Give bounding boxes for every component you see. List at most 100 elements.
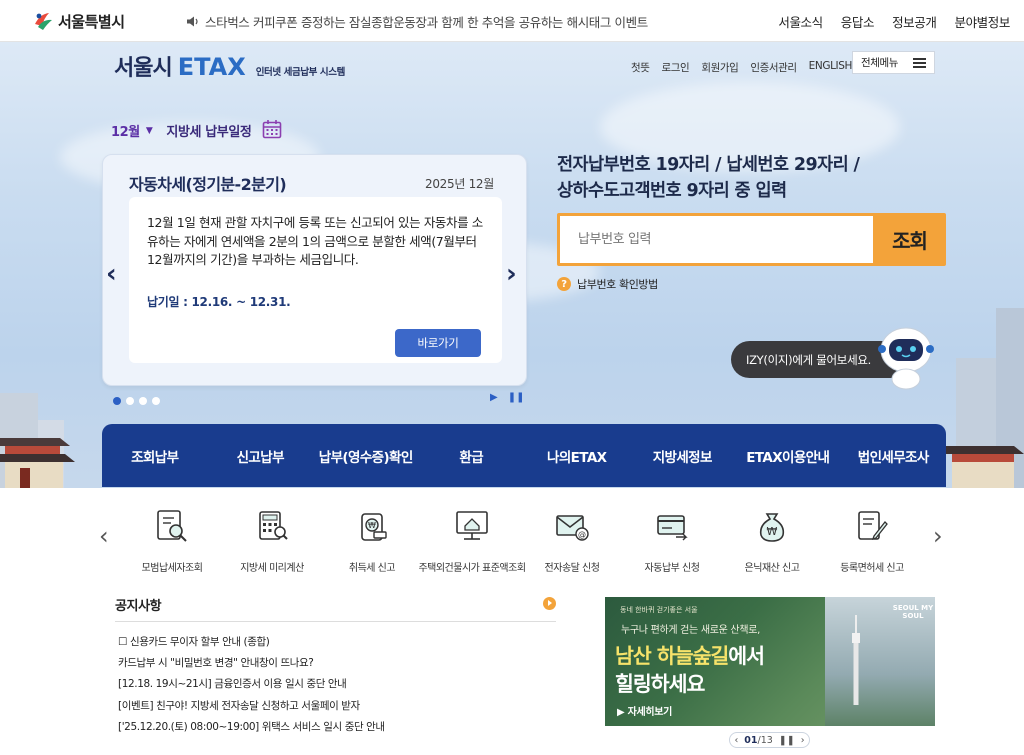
notice-item[interactable]: [이벤트] 친구야! 지방세 전자송달 신청하고 서울페이 받자: [118, 696, 558, 717]
pause-icon[interactable]: ❚❚: [508, 392, 525, 403]
gov-link-disclosure[interactable]: 정보공개: [892, 12, 937, 31]
palace-right-illustration: [944, 446, 1024, 488]
chatbot-label: IZY(이지)에게 물어보세요.: [746, 352, 871, 367]
dot-1[interactable]: [113, 397, 121, 405]
quick-label: 취득세 신고: [348, 563, 396, 574]
gov-notice[interactable]: 스타벅스 커피쿠폰 증정하는 잠실종합운동장과 함께 한 추억을 공유하는 해시…: [186, 12, 648, 31]
certificate-search-icon: [157, 510, 187, 542]
palace-left-illustration: [0, 438, 75, 488]
nav-my-etax[interactable]: 나의ETAX: [524, 446, 630, 466]
notice-item[interactable]: 카드납부 시 "비밀번호 변경" 안내창이 뜨나요?: [118, 653, 558, 674]
schedule-card-description: 12월 1일 현재 관할 자치구에 등록 또는 신고되어 있는 자동차를 소유하…: [147, 215, 483, 267]
gov-link-fields[interactable]: 분야별정보: [954, 12, 1010, 31]
pager-next-icon[interactable]: ›: [801, 735, 805, 746]
pager-pause-icon[interactable]: ❚❚: [779, 735, 795, 746]
banner-detail-button[interactable]: ▶ 자세히보기: [617, 703, 672, 718]
util-link-home[interactable]: 첫뜻: [631, 60, 650, 75]
quick-next-arrow-icon[interactable]: ›: [933, 522, 943, 550]
won-pouch-icon: ₩: [361, 513, 387, 541]
gov-top-bar: 서울특별시 스타벅스 커피쿠폰 증정하는 잠실종합운동장과 함께 한 추억을 공…: [0, 0, 1024, 42]
etax-util-links: 첫뜻 로그인 회원가입 인증서관리 ENGLISH: [631, 60, 852, 75]
util-link-english[interactable]: ENGLISH: [809, 60, 853, 75]
quick-prev-arrow-icon[interactable]: ‹: [99, 522, 109, 550]
nav-corporate-audit[interactable]: 법인세무조사: [841, 446, 947, 466]
document-pen-icon: [858, 511, 888, 541]
notice-item[interactable]: ['25.12.20.(토) 08:00~19:00] 위택스 서비스 일시 중…: [118, 717, 558, 738]
notice-item[interactable]: [12.18. 19시~21시] 금융인증서 이용 일시 중단 안내: [118, 674, 558, 695]
nav-etax-guide[interactable]: ETAX이용안내: [735, 446, 841, 466]
calendar-icon[interactable]: [262, 119, 282, 139]
quick-item-building-standard-price[interactable]: 주택외건물시가 표준액조회: [418, 506, 526, 576]
quick-item-hidden-assets[interactable]: ₩ 은닉재산 신고: [722, 506, 822, 576]
notice-item[interactable]: ☐ 신용카드 무이자 할부 안내 (종합): [118, 632, 558, 653]
dot-3[interactable]: [139, 397, 147, 405]
banner-title-line2: 힐링하세요: [615, 672, 705, 696]
schedule-go-button[interactable]: 바로가기: [395, 329, 481, 357]
card-prev-arrow-icon[interactable]: ‹: [106, 259, 117, 289]
dot-4[interactable]: [152, 397, 160, 405]
quick-item-e-delivery[interactable]: @ 전자송달 신청: [522, 506, 622, 576]
card-transfer-icon: [657, 515, 688, 541]
banner-title-highlight: 남산 하늘숲길: [615, 644, 729, 668]
seoul-logo-text: 서울특별시: [58, 12, 125, 31]
quick-label: 은닉재산 신고: [744, 563, 800, 574]
etax-logo-accent: ETAX: [177, 53, 246, 81]
house-monitor-icon: [456, 511, 488, 540]
banner-small-text: 동네 한바퀴 걷기좋은 서울: [620, 606, 698, 614]
gov-link-news[interactable]: 서울소식: [778, 12, 823, 31]
dot-2[interactable]: [126, 397, 134, 405]
banner-pager: ‹ 01/13 ❚❚ ›: [729, 732, 810, 748]
pager-prev-icon[interactable]: ‹: [734, 735, 738, 746]
schedule-card-title: 자동차세(정기분-2분기): [129, 175, 287, 194]
etax-logo-sub: 인터넷 세금납부 시스템: [255, 67, 346, 78]
quick-label: 자동납부 신청: [644, 563, 700, 574]
quick-item-tax-calculate[interactable]: 지방세 미리계산: [222, 506, 322, 576]
banner-title: 남산 하늘숲길에서 힐링하세요: [615, 642, 765, 698]
gov-link-response[interactable]: 응답소: [841, 12, 875, 31]
etax-logo[interactable]: 서울시 ETAX 인터넷 세금납부 시스템: [114, 50, 345, 82]
schedule-card-date: 2025년 12월: [424, 177, 494, 191]
all-menu-label: 전체메뉴: [861, 57, 899, 69]
quick-item-model-taxpayer[interactable]: 모범납세자조회: [122, 506, 222, 576]
payment-number-input[interactable]: [560, 216, 873, 263]
util-link-certificate[interactable]: 인증서관리: [750, 60, 797, 75]
chevron-down-icon[interactable]: ▼: [146, 126, 153, 136]
hamburger-icon: [913, 57, 926, 68]
nav-refund[interactable]: 환급: [419, 446, 525, 466]
nav-report-pay[interactable]: 신고납부: [208, 446, 314, 466]
card-pagination-dots: [113, 397, 160, 405]
quick-item-registration-license[interactable]: 등록면허세 신고: [822, 506, 922, 576]
notice-title: 공지사항: [115, 599, 162, 614]
search-button[interactable]: 조회: [873, 213, 946, 266]
quick-item-auto-payment[interactable]: 자동납부 신청: [622, 506, 722, 576]
quick-item-acquisition-tax[interactable]: ₩ 취득세 신고: [322, 506, 422, 576]
promo-banner[interactable]: 동네 한바퀴 걷기좋은 서울 누구나 편하게 걷는 새로운 산책로, 남산 하늘…: [605, 597, 935, 726]
card-play-controls: ▶ ❚❚: [490, 392, 524, 403]
schedule-card-body: 12월 1일 현재 관할 자치구에 등록 또는 신고되어 있는 자동차를 소유하…: [129, 197, 502, 363]
speaker-icon: [187, 16, 198, 27]
email-icon: @: [556, 515, 589, 541]
namsan-tower-illustration: [852, 615, 860, 705]
util-link-signup[interactable]: 회원가입: [701, 60, 738, 75]
gov-notice-text: 스타벅스 커피쿠폰 증정하는 잠실종합운동장과 함께 한 추억을 공유하는 해시…: [205, 15, 648, 30]
play-icon[interactable]: ▶: [490, 392, 498, 403]
chatbot-robot-icon[interactable]: [875, 322, 937, 390]
notice-more-icon[interactable]: [543, 597, 556, 610]
nav-local-tax-info[interactable]: 지방세정보: [630, 446, 736, 466]
money-bag-icon: ₩: [759, 513, 785, 542]
search-help-link[interactable]: ? 납부번호 확인방법: [557, 276, 658, 292]
svg-text:@: @: [578, 530, 586, 539]
card-next-arrow-icon[interactable]: ›: [506, 259, 517, 289]
schedule-month-select[interactable]: 12월: [111, 121, 140, 140]
nav-lookup-pay[interactable]: 조회납부: [102, 446, 208, 466]
nav-receipt-check[interactable]: 납부(영수증)확인: [313, 446, 419, 466]
main-nav: 조회납부 신고납부 납부(영수증)확인 환급 나의ETAX 지방세정보 ETAX…: [102, 424, 946, 487]
search-title: 전자납부번호 19자리 / 납세번호 29자리 / 상하수도고객번호 9자리 중…: [557, 152, 917, 204]
seoul-logo[interactable]: 서울특별시: [32, 9, 125, 33]
all-menu-button[interactable]: 전체메뉴: [852, 51, 935, 74]
search-help-text: 납부번호 확인방법: [577, 278, 658, 291]
util-link-login[interactable]: 로그인: [662, 60, 690, 75]
svg-text:₩: ₩: [767, 525, 778, 538]
banner-subtitle: 누구나 편하게 걷는 새로운 산책로,: [621, 625, 760, 636]
search-box: 조회: [557, 213, 946, 266]
